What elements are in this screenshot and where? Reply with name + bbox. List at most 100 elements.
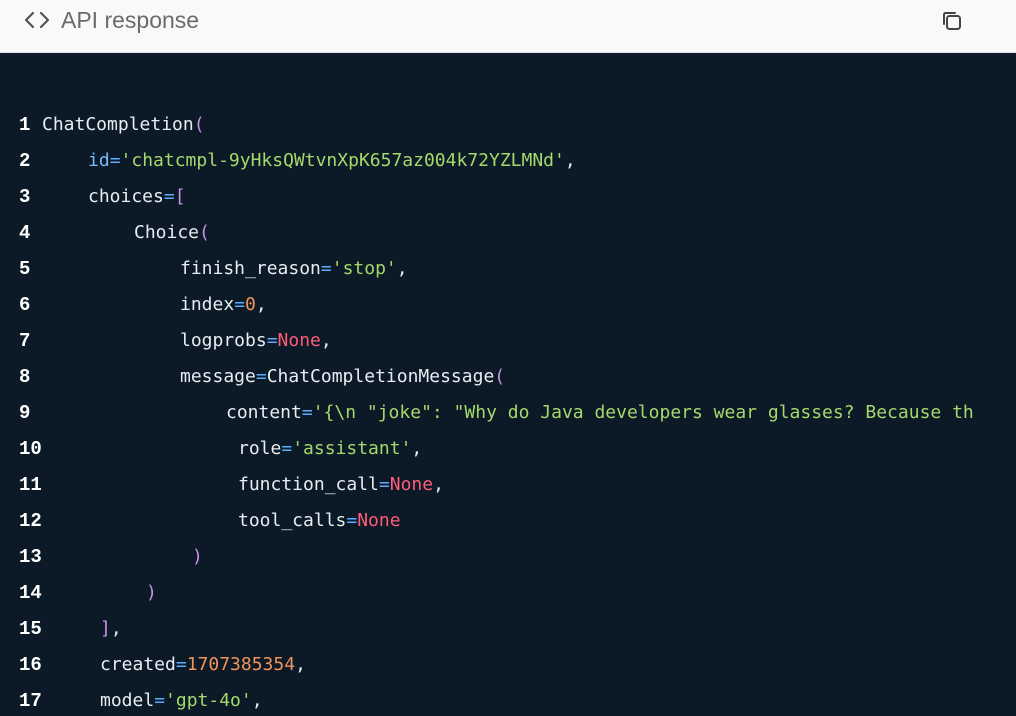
code-text: model='gpt-4o', <box>100 683 263 716</box>
code-token: None <box>389 474 434 495</box>
code-line: 8 message=ChatCompletionMessage( <box>0 359 1016 395</box>
code-token: created <box>100 654 176 675</box>
code-token: logprobs <box>180 330 267 351</box>
code-token: ( <box>193 114 205 135</box>
code-text: tool_calls=None <box>238 503 401 539</box>
code-text: choices=[ <box>88 179 186 215</box>
code-token: = <box>175 654 187 675</box>
line-number: 14 <box>19 582 42 604</box>
line-number: 10 <box>19 438 42 460</box>
code-token: ChatCompletion <box>42 114 194 135</box>
code-token: , <box>251 690 263 711</box>
code-text: ) <box>192 539 203 575</box>
line-number: 6 <box>19 294 31 316</box>
code-line: 2 id='chatcmpl-9yHksQWtvnXpK657az004k72YZ… <box>0 143 1016 179</box>
code-token: index <box>180 294 235 315</box>
code-line: 16 created=1707385354, <box>0 647 1016 683</box>
copy-icon <box>943 12 961 30</box>
code-token: '{\n "joke": "Why do Java developers wea… <box>312 402 974 423</box>
line-number: 13 <box>19 546 42 568</box>
code-line: 15], <box>0 611 1016 647</box>
code-token: , <box>320 330 332 351</box>
line-number: 7 <box>19 330 31 352</box>
code-block-body: 1 ChatCompletion(2 id='chatcmpl-9yHksQWtvn… <box>0 53 1016 716</box>
code-token: content <box>226 402 302 423</box>
code-line: 14) <box>0 575 1016 611</box>
line-number: 5 <box>19 258 31 280</box>
code-text: ChatCompletion( <box>42 107 205 143</box>
line-number: 2 <box>19 150 31 172</box>
code-block-title: API response <box>61 7 200 33</box>
line-number: 8 <box>19 366 31 388</box>
code-token: tool_calls <box>238 510 347 531</box>
code-text: ], <box>100 611 122 647</box>
code-token: id <box>88 150 110 171</box>
line-number: 12 <box>19 510 42 532</box>
code-line: 11 function_call=None, <box>0 467 1016 503</box>
code-token: = <box>301 402 313 423</box>
code-token: [ <box>174 186 186 207</box>
code-line: 7 logprobs=None, <box>0 323 1016 359</box>
code-text: Choice( <box>134 215 210 251</box>
code-token: ( <box>494 366 506 387</box>
code-token: = <box>378 474 390 495</box>
code-token: = <box>266 330 278 351</box>
code-token: 0 <box>245 294 256 315</box>
code-token: 'stop' <box>331 258 397 279</box>
code-token: = <box>234 294 246 315</box>
code-token: None <box>357 510 401 531</box>
code-line: 9 content='{\n "joke": "Why do Java devel… <box>0 395 1016 431</box>
code-line: 3 choices=[ <box>0 179 1016 215</box>
code-text: index=0, <box>180 287 267 323</box>
code-line: 13) <box>0 539 1016 575</box>
code-token: ( <box>199 222 210 243</box>
code-text: message=ChatCompletionMessage( <box>180 359 505 395</box>
code-text: id='chatcmpl-9yHksQWtvnXpK657az004k72YZL… <box>88 143 576 179</box>
code-line: 6 index=0, <box>0 287 1016 323</box>
code-token: finish_reason <box>180 258 321 279</box>
code-line: 12 tool_calls=None <box>0 503 1016 539</box>
code-line: 4 Choice( <box>0 215 1016 251</box>
code-line: 1 ChatCompletion( <box>0 107 1016 143</box>
line-number: 17 <box>19 690 42 712</box>
copy-button[interactable] <box>937 6 967 36</box>
code-token: Choice <box>134 222 200 243</box>
code-text: ) <box>146 575 157 611</box>
code-text: finish_reason='stop', <box>180 251 408 287</box>
code-token: = <box>255 366 267 387</box>
line-number: 1 <box>19 114 31 136</box>
code-token: 'assistant' <box>292 438 412 459</box>
code-text: content='{\n "joke": "Why do Java develo… <box>226 395 974 431</box>
code-token: 'gpt-4o' <box>165 690 252 711</box>
code-token: , <box>411 438 423 459</box>
code-token: role <box>238 438 282 459</box>
code-block-header: API response <box>0 0 1016 53</box>
code-token: 'chatcmpl-9yHksQWtvnXpK657az004k72YZLMNd… <box>120 150 565 171</box>
code-text: logprobs=None, <box>180 323 332 359</box>
code-text: role='assistant', <box>238 431 422 467</box>
code-token: = <box>281 438 293 459</box>
line-number: 4 <box>19 222 31 244</box>
code-token: , <box>110 618 122 639</box>
code-token: = <box>154 690 166 711</box>
code-token: ChatCompletionMessage <box>266 366 495 387</box>
code-token: ) <box>146 582 157 603</box>
code-brackets-icon <box>24 11 50 29</box>
code-token: , <box>564 150 576 171</box>
code-token: = <box>109 150 121 171</box>
code-token: ] <box>100 618 111 639</box>
code-token: ) <box>192 546 203 567</box>
code-token: None <box>277 330 321 351</box>
code-line: 17 model='gpt-4o', <box>0 683 1016 716</box>
code-text: created=1707385354, <box>100 647 306 683</box>
code-token: = <box>346 510 358 531</box>
code-token: = <box>163 186 175 207</box>
code-token: , <box>295 654 306 675</box>
code-token: choices <box>88 186 164 207</box>
code-text: function_call=None, <box>238 467 444 503</box>
code-token: = <box>320 258 332 279</box>
line-number: 9 <box>19 402 31 424</box>
code-line: 10 role='assistant', <box>0 431 1016 467</box>
line-number: 15 <box>19 618 42 640</box>
code-token: , <box>255 294 267 315</box>
